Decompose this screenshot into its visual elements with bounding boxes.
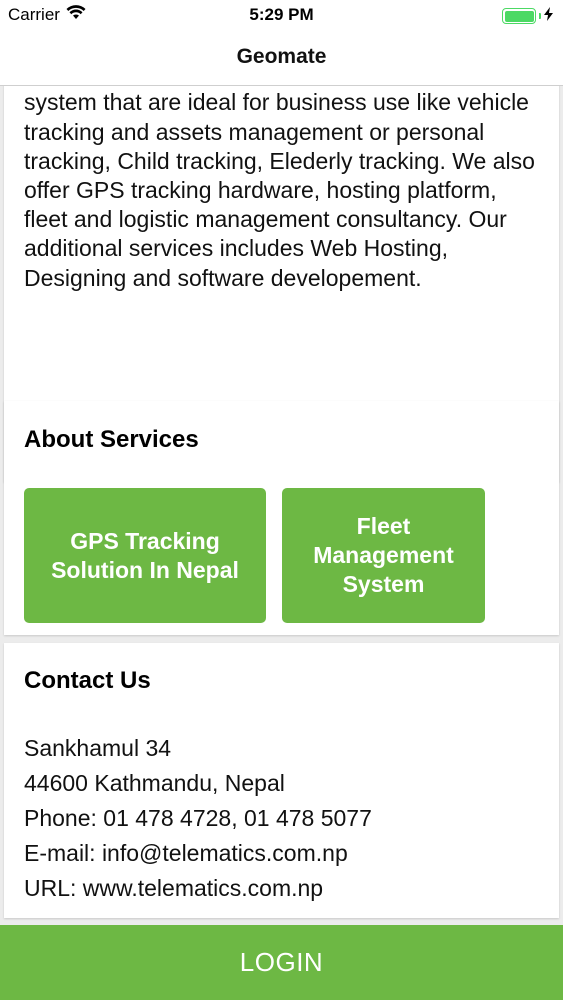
- battery-icon: [502, 8, 536, 24]
- contact-url-line[interactable]: URL: www.telematics.com.np: [24, 871, 372, 906]
- contact-title: Contact Us: [24, 667, 151, 694]
- fleet-management-button[interactable]: Fleet Management System: [282, 488, 485, 623]
- battery-tip: [539, 13, 541, 19]
- fleet-management-button-label: Fleet Management System: [313, 513, 454, 597]
- contact-details: Sankhamul 34 44600 Kathmandu, Nepal Phon…: [24, 731, 372, 906]
- contact-phone-line[interactable]: Phone: 01 478 4728, 01 478 5077: [24, 801, 372, 836]
- nav-bar: Geomate: [0, 30, 563, 86]
- login-button-label: LOGIN: [239, 947, 324, 977]
- content-scroll[interactable]: solution for enterprise or personal use …: [0, 86, 563, 925]
- gps-tracking-button[interactable]: GPS Tracking Solution In Nepal: [24, 488, 266, 623]
- intro-text: solution for enterprise or personal use …: [24, 86, 535, 291]
- contact-address-line: Sankhamul 34: [24, 735, 172, 761]
- gps-tracking-button-label: GPS Tracking Solution In Nepal: [51, 527, 239, 583]
- services-title: About Services: [24, 426, 199, 453]
- status-time: 5:29 PM: [249, 5, 314, 24]
- status-bar: Carrier 5:29 PM: [0, 0, 563, 30]
- login-button[interactable]: LOGIN: [0, 925, 563, 1000]
- services-card: About Services GPS Tracking Solution In …: [4, 401, 559, 635]
- contact-city-line: 44600 Kathmandu, Nepal: [24, 770, 285, 796]
- contact-email-line[interactable]: E-mail: info@telematics.com.np: [24, 836, 372, 871]
- charging-bolt-icon: [544, 6, 553, 26]
- status-right: [502, 6, 553, 26]
- page-title: Geomate: [236, 45, 327, 68]
- contact-card: Contact Us Sankhamul 34 44600 Kathmandu,…: [4, 643, 559, 918]
